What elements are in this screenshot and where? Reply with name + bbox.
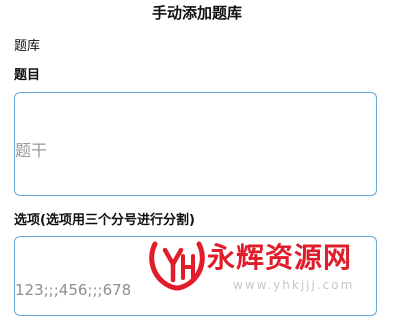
page-title: 手动添加题库 [151, 4, 242, 22]
options-label: 选项(选项用三个分号进行分割) [14, 213, 195, 228]
options-placeholder: 123;;;456;;;678 [15, 281, 132, 299]
watermark-brand-text: 永辉资源网 [207, 241, 353, 274]
question-label: 题目 [14, 68, 41, 83]
question-bank-label: 题库 [14, 39, 41, 54]
watermark-logo-icon [149, 241, 205, 291]
watermark-url: www.yhkjjj.com [233, 278, 355, 292]
question-input[interactable]: 题干 [14, 92, 377, 196]
question-placeholder: 题干 [15, 141, 48, 160]
watermark: 永辉资源网 www.yhkjjj.com [147, 238, 377, 292]
